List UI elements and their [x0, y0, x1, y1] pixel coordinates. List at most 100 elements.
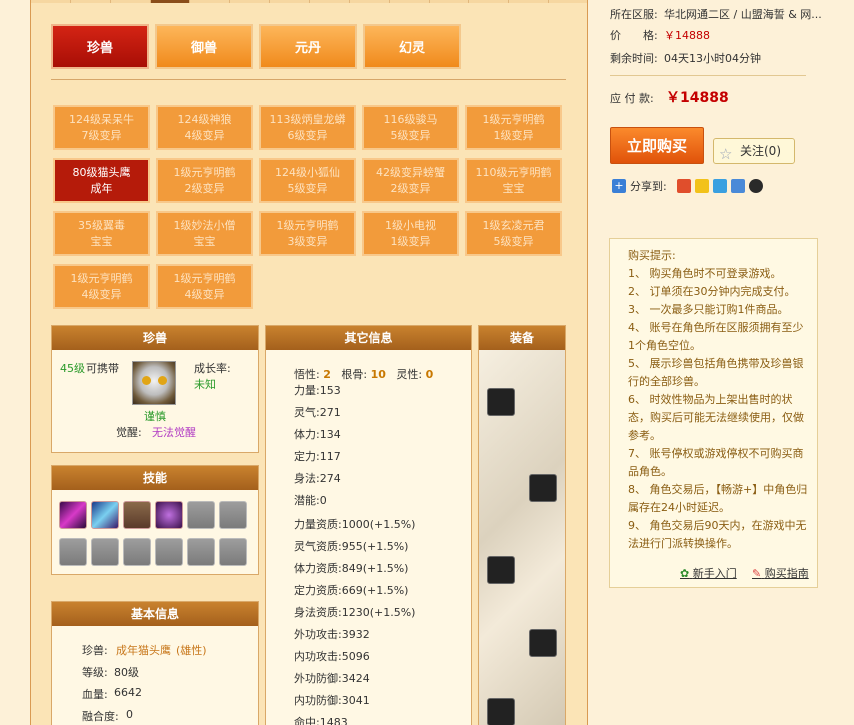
tip-item: 9、 角色交易后90天内，在游戏中无法进行门派转换操作。 — [628, 519, 807, 550]
share-row: + 分享到: — [612, 178, 763, 194]
stat-value: 271 — [319, 406, 341, 419]
leaf-icon: ✿ — [680, 567, 690, 580]
guide-link[interactable]: ✎ 购买指南 — [752, 565, 809, 581]
stat-value: 1230(+1.5%) — [341, 606, 416, 619]
top-tab-active[interactable] — [150, 0, 191, 3]
pet-card[interactable]: 110级元亨明鹤 宝宝 — [465, 158, 562, 203]
equipment-slot[interactable] — [529, 474, 557, 502]
stat-row: 定力资质:669(+1.5%) — [294, 582, 408, 598]
stat-value: 117 — [319, 450, 341, 463]
skill-icon[interactable] — [123, 501, 151, 529]
pet-card[interactable]: 113级炳皇龙蟒 6级变异 — [259, 105, 356, 150]
top-tab[interactable] — [349, 0, 390, 3]
server-value: 华北网通二区 / 山盟海誓 & 网... — [664, 8, 822, 21]
pet-card[interactable]: 124级神狼 4级变异 — [156, 105, 253, 150]
pet-card[interactable]: 1级玄凌元君 5级变异 — [465, 211, 562, 256]
stat-row: 内功攻击:5096 — [294, 648, 370, 664]
top-tab[interactable] — [110, 0, 151, 3]
stat-row: 灵气:271 — [294, 404, 341, 420]
remain-value: 04天13小时04分钟 — [664, 52, 761, 65]
pet-card[interactable]: 124级小狐仙 5级变异 — [259, 158, 356, 203]
top-tab[interactable] — [549, 0, 587, 3]
top-tab[interactable] — [429, 0, 470, 3]
panel-title: 基本信息 — [52, 602, 258, 626]
pet-card[interactable]: 1级元亨明鹤 4级变异 — [156, 264, 253, 309]
top-tab[interactable] — [31, 0, 71, 3]
follow-button[interactable]: ☆ 关注(0) — [713, 138, 795, 164]
top-tab[interactable] — [469, 0, 510, 3]
pet-card[interactable]: 116级骏马 5级变异 — [362, 105, 459, 150]
pet-card[interactable]: 1级小电视 1级变异 — [362, 211, 459, 256]
skill-icon[interactable] — [91, 501, 119, 529]
equipment-slot[interactable] — [487, 388, 515, 416]
pet-temper: 谨慎 — [144, 410, 166, 423]
top-tab-strip — [31, 0, 587, 3]
share-doc-icon[interactable] — [730, 179, 745, 193]
pet-card[interactable]: 1级元亨明鹤 2级变异 — [156, 158, 253, 203]
pet-card[interactable]: 35级翼毒 宝宝 — [53, 211, 150, 256]
pet-card[interactable]: 1级妙法小僧 宝宝 — [156, 211, 253, 256]
tip-item: 5、 展示珍兽包括角色携带及珍兽银行的全部珍兽。 — [628, 357, 804, 388]
share-qzone-icon[interactable] — [694, 179, 709, 193]
star-icon: ☆ — [719, 145, 733, 163]
tab-yuandan[interactable]: 元丹 — [259, 24, 357, 69]
pet-card[interactable]: 124级呆呆牛 7级变异 — [53, 105, 150, 150]
pet-card-selected[interactable]: 80级猫头鹰 成年 — [53, 158, 150, 203]
tab-mounts[interactable]: 御兽 — [155, 24, 253, 69]
stat-value: 5096 — [341, 650, 370, 663]
purchase-tips-box: 购买提示: 1、 购买角色时不可登录游戏。 2、 订单须在30分钟内完成支付。 3、… — [609, 238, 818, 588]
fusion-label: 融合度: — [82, 710, 119, 723]
pet-card[interactable]: 1级元亨明鹤 4级变异 — [53, 264, 150, 309]
stat-row: 命中:1483 — [294, 714, 348, 725]
top-tab[interactable] — [270, 0, 311, 3]
buy-now-button[interactable]: 立即购买 — [610, 127, 704, 164]
top-tab[interactable] — [70, 0, 111, 3]
stat-value: 3041 — [341, 694, 370, 707]
skills-panel: 技能 — [51, 465, 259, 575]
skill-icon[interactable] — [155, 501, 183, 529]
top-tab[interactable] — [190, 0, 231, 3]
growth-value: 未知 — [194, 378, 216, 391]
stat-row: 外功攻击:3932 — [294, 626, 370, 642]
stat-label: 身法资质: — [294, 606, 342, 619]
hp-label: 血量: — [82, 688, 108, 701]
top-tab[interactable] — [230, 0, 271, 3]
stat-value: 3932 — [341, 628, 370, 641]
pet-card[interactable]: 42级变异螃蟹 2级变异 — [362, 158, 459, 203]
stat-label: 体力资质: — [294, 562, 342, 575]
empty-skill-slot — [59, 538, 87, 566]
equipment-slot[interactable] — [529, 629, 557, 657]
divider — [51, 79, 566, 80]
pet-card[interactable]: 1级元亨明鹤 1级变异 — [465, 105, 562, 150]
tab-pets[interactable]: 珍兽 — [51, 24, 149, 69]
top-tab[interactable] — [310, 0, 350, 3]
stat-row: 力量:153 — [294, 382, 341, 398]
newbie-link[interactable]: ✿ 新手入门 — [680, 565, 737, 581]
equipment-slot[interactable] — [487, 698, 515, 725]
server-label: 所在区服: — [610, 8, 658, 21]
tip-item: 6、 时效性物品为上架出售时的状态，购买后可能无法继续使用，仅做参考。 — [628, 393, 804, 442]
stat-value: 134 — [319, 428, 341, 441]
stat-value: 849(+1.5%) — [341, 562, 409, 575]
aptitude-row: 悟性: 2 根骨: 10 灵性: 0 — [294, 368, 434, 381]
top-tab[interactable] — [509, 0, 550, 3]
tip-item: 1、 购买角色时不可登录游戏。 — [628, 267, 782, 280]
empty-skill-slot — [187, 538, 215, 566]
stat-value: 153 — [319, 384, 341, 397]
share-qq-icon[interactable] — [748, 179, 763, 193]
pet-level: 45级 — [60, 362, 85, 375]
pet-avatar — [132, 361, 176, 405]
stat-row: 身法资质:1230(+1.5%) — [294, 604, 415, 620]
plus-icon: + — [612, 179, 626, 193]
skill-icon[interactable] — [59, 501, 87, 529]
empty-skill-slot — [187, 501, 215, 529]
equipment-slot[interactable] — [487, 556, 515, 584]
top-tab[interactable] — [389, 0, 430, 3]
share-renren-icon[interactable] — [676, 179, 691, 193]
tab-huanling[interactable]: 幻灵 — [363, 24, 461, 69]
basic-info-panel: 基本信息 珍兽: 成年猫头鹰 (雄性) 等级: 80级 血量: 6642 融合度… — [51, 601, 259, 725]
pet-card[interactable]: 1级元亨明鹤 3级变异 — [259, 211, 356, 256]
stat-label: 潜能: — [294, 494, 320, 507]
trade-main-panel: 珍兽 御兽 元丹 幻灵 124级呆呆牛 7级变异 124级神狼 4级变异 113级炳… — [30, 0, 588, 725]
share-weibo-icon[interactable] — [712, 179, 727, 193]
